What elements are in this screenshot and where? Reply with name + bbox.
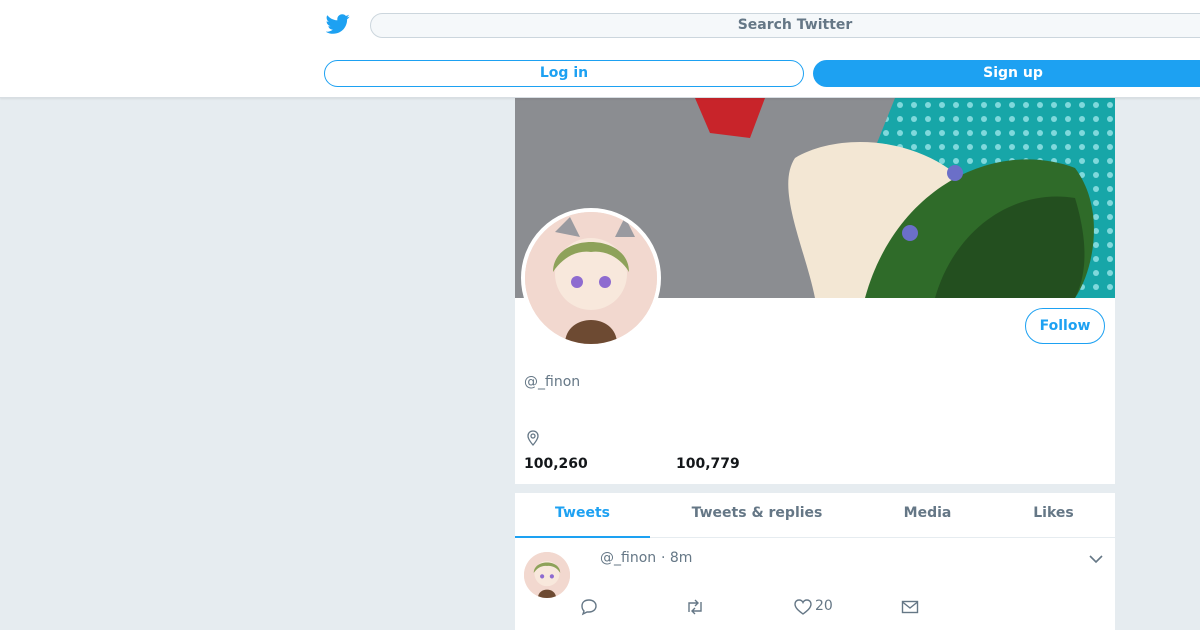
- tab-media[interactable]: Media: [885, 493, 970, 538]
- profile-card: Follow @_finon 100,260 100,779: [515, 98, 1115, 484]
- heart-icon[interactable]: [793, 598, 813, 616]
- tab-tweets[interactable]: Tweets: [515, 493, 650, 538]
- signup-button[interactable]: Sign up: [813, 60, 1200, 87]
- follow-button[interactable]: Follow: [1025, 308, 1105, 344]
- tweet-author-handle[interactable]: @_finon: [600, 550, 656, 566]
- search-input[interactable]: Search Twitter: [370, 13, 1200, 38]
- stat-value-1[interactable]: 100,260: [524, 456, 588, 472]
- tab-likes[interactable]: Likes: [1015, 493, 1092, 538]
- like-count: 20: [815, 598, 833, 614]
- retweet-icon[interactable]: [685, 598, 705, 616]
- profile-tabs: Tweets Tweets & replies Media Likes: [515, 493, 1115, 538]
- profile-handle: @_finon: [524, 374, 581, 390]
- profile-avatar[interactable]: [521, 208, 661, 348]
- login-button[interactable]: Log in: [324, 60, 804, 87]
- tweet-avatar[interactable]: [524, 552, 570, 598]
- chevron-down-icon[interactable]: [1088, 552, 1104, 566]
- location-pin-icon: [527, 430, 539, 446]
- twitter-bird-icon[interactable]: [326, 12, 350, 36]
- mail-icon[interactable]: [900, 598, 920, 616]
- reply-icon[interactable]: [579, 598, 599, 616]
- top-bar: Search Twitter Log in Sign up: [0, 0, 1200, 98]
- stat-value-2[interactable]: 100,779: [676, 456, 740, 472]
- tab-tweets-replies[interactable]: Tweets & replies: [680, 493, 834, 538]
- tweet-timestamp[interactable]: · 8m: [661, 550, 692, 566]
- tweet[interactable]: @_finon · 8m 20: [515, 538, 1115, 630]
